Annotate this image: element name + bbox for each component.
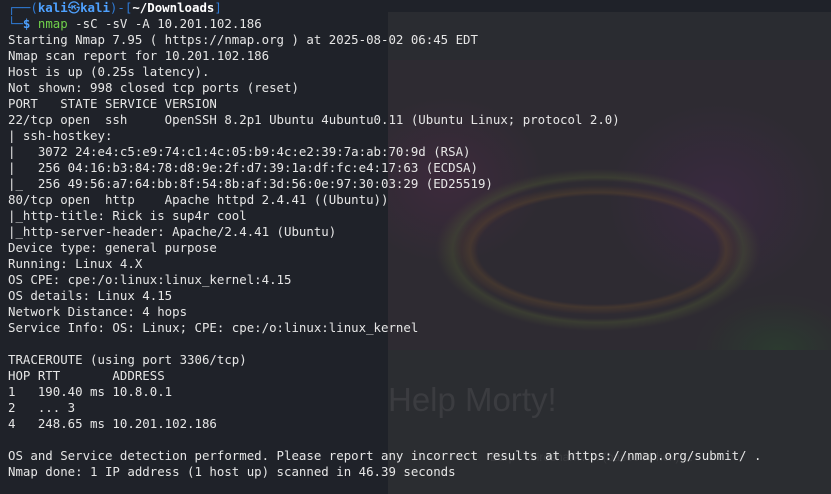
prompt-host: kali <box>80 0 110 15</box>
output-line: Network Distance: 4 hops <box>8 304 188 319</box>
prompt-frame-mid: )-[ <box>109 0 133 15</box>
output-line: Device type: general purpose <box>8 240 217 255</box>
output-line: PORT STATE SERVICE VERSION <box>8 96 217 111</box>
output-line: Host is up (0.25s latency). <box>8 64 210 79</box>
prompt-frame-end: ] <box>214 0 222 15</box>
terminal-output[interactable]: ┌──(kali㉿kali)-[~/Downloads] └─$ nmap -s… <box>8 0 831 480</box>
output-line: |_http-server-header: Apache/2.4.41 (Ubu… <box>8 224 337 239</box>
output-line: |_ 256 49:56:a7:64:bb:8f:54:8b:af:3d:56:… <box>8 176 493 191</box>
output-line: OS details: Linux 4.15 <box>8 288 173 303</box>
output-line: 1 190.40 ms 10.8.0.1 <box>8 384 173 399</box>
command-name: nmap <box>37 16 68 31</box>
output-line: 80/tcp open http Apache httpd 2.4.41 ((U… <box>8 192 389 207</box>
output-line: Starting Nmap 7.95 ( https://nmap.org ) … <box>8 32 478 47</box>
prompt-frame-bottom: └─ <box>8 16 23 31</box>
output-line: Nmap done: 1 IP address (1 host up) scan… <box>8 464 456 479</box>
terminal-window[interactable]: Help Morty! Burp / Wireshark / ... (base… <box>0 0 831 494</box>
output-line: 2 ... 3 <box>8 400 76 415</box>
output-line: | 256 04:16:b3:84:78:d8:9e:2f:d7:39:1a:d… <box>8 160 478 175</box>
command-line: └─$ nmap -sC -sV -A 10.201.102.186 <box>8 16 831 32</box>
output-line: | 3072 24:e4:c5:e9:74:c1:4c:05:b9:4c:e2:… <box>8 144 471 159</box>
prompt-header-line: ┌──(kali㉿kali)-[~/Downloads] <box>8 0 831 16</box>
output-line: OS and Service detection performed. Plea… <box>8 448 762 463</box>
output-line: HOP RTT ADDRESS <box>8 368 165 383</box>
prompt-user: kali <box>37 0 68 15</box>
nmap-output: Starting Nmap 7.95 ( https://nmap.org ) … <box>8 32 831 480</box>
output-line: 4 248.65 ms 10.201.102.186 <box>8 416 217 431</box>
output-line: 22/tcp open ssh OpenSSH 8.2p1 Ubuntu 4ub… <box>8 112 620 127</box>
output-line: | ssh-hostkey: <box>8 128 120 143</box>
output-line: Running: Linux 4.X <box>8 256 143 271</box>
output-line: Nmap scan report for 10.201.102.186 <box>8 48 270 63</box>
output-line: |_http-title: Rick is sup4r cool <box>8 208 247 223</box>
output-line: TRACEROUTE (using port 3306/tcp) <box>8 352 247 367</box>
output-line: OS CPE: cpe:/o:linux:linux_kernel:4.15 <box>8 272 292 287</box>
prompt-path: ~/Downloads <box>132 0 215 15</box>
output-line: Not shown: 998 closed tcp ports (reset) <box>8 80 299 95</box>
kali-skull-icon: ㉿ <box>67 0 81 15</box>
prompt-frame-top: ┌──( <box>8 0 38 15</box>
command-args: -sC -sV -A 10.201.102.186 <box>67 16 262 31</box>
output-line: Service Info: OS: Linux; CPE: cpe:/o:lin… <box>8 320 419 335</box>
